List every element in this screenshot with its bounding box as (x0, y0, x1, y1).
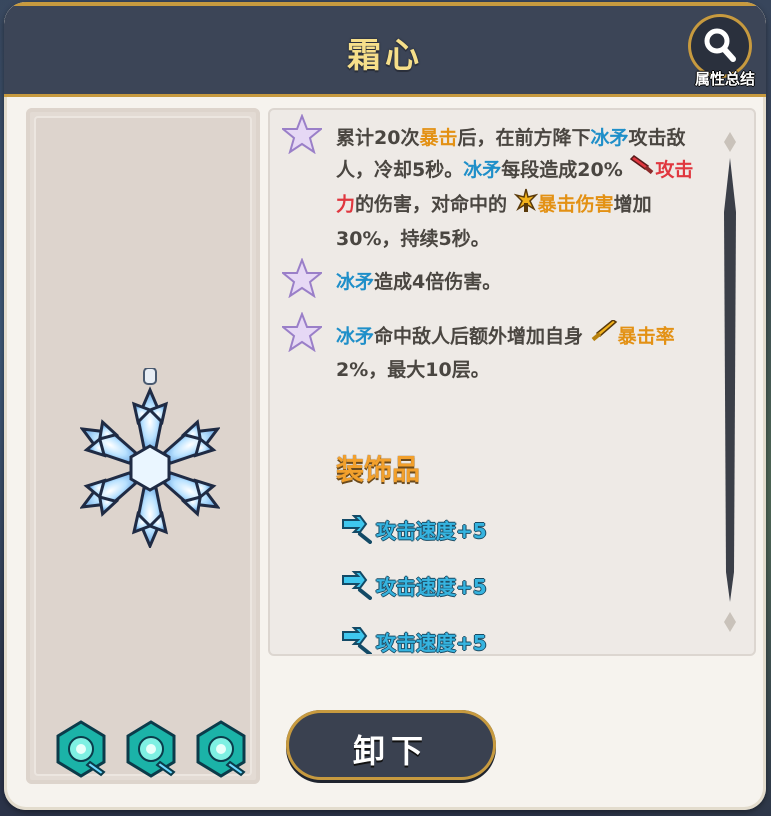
attack-speed-icon (342, 515, 372, 544)
item-preview-frame (34, 116, 252, 778)
effect-text: 累计20次暴击后，在前方降下冰矛攻击敌人，冷却5秒。冰矛每段造成20% 攻击力的… (336, 122, 706, 255)
gem-slot[interactable] (190, 718, 252, 780)
description-panel[interactable]: 累计20次暴击后，在前方降下冰矛攻击敌人，冷却5秒。冰矛每段造成20% 攻击力的… (268, 108, 756, 656)
stat-label: 攻击速度+5 (376, 631, 487, 655)
item-title: 霜心 (347, 36, 423, 76)
header-bar: 霜心 属性总结 (4, 2, 766, 97)
effect-text: 冰矛造成4倍伤害。 (336, 266, 706, 298)
keyword-orange: 暴击率 (617, 325, 675, 348)
sword-gold-icon (590, 319, 618, 354)
sword-red-icon (629, 154, 655, 187)
teal-gem-icon (126, 720, 176, 778)
keyword-blue: 冰矛 (590, 127, 629, 149)
item-detail-panel: 霜心 属性总结 累计20次暴击后，在前方降下冰矛攻击敌人，冷却5秒。冰矛每段造成… (4, 2, 766, 810)
snowflake-pendant-icon (80, 368, 220, 548)
star-icon (282, 258, 322, 298)
attribute-summary-label[interactable]: 属性总结 (680, 68, 766, 89)
keyword-blue: 冰矛 (463, 159, 502, 181)
teal-gem-icon (56, 720, 106, 778)
effect-text-segment: 每段造成20% (501, 159, 630, 181)
unequip-button[interactable]: 卸下 (286, 710, 496, 780)
effect-text: 冰矛命中敌人后额外增加自身 暴击率 2%，最大10层。 (336, 319, 706, 386)
stat-label: 攻击速度+5 (376, 575, 487, 599)
section-title-accessory: 装饰品 (336, 453, 421, 486)
keyword-blue: 冰矛 (336, 325, 375, 348)
attack-speed-icon (342, 627, 372, 654)
star-icon (282, 312, 322, 352)
effect-text-segment: 命中敌人后额外增加自身 (374, 325, 590, 348)
keyword-blue: 冰矛 (336, 271, 375, 293)
scrollbar[interactable] (718, 132, 742, 632)
effect-text-segment: 后，在前方降下 (457, 127, 591, 149)
effect-text-segment: 2%，最大10层。 (336, 359, 490, 381)
effect-text-segment: 的伤害，对命中的 (355, 193, 514, 215)
magnifier-icon (704, 28, 736, 62)
gem-slot[interactable] (120, 718, 182, 780)
teal-gem-icon (196, 720, 246, 778)
effect-text-segment: 造成4倍伤害。 (374, 271, 502, 293)
stat-label: 攻击速度+5 (376, 519, 487, 543)
star-icon (282, 114, 322, 154)
stat-row: 攻击速度+5 (340, 568, 640, 602)
header-trim (4, 2, 766, 6)
item-preview-column (26, 108, 260, 784)
unequip-label: 卸下 (352, 732, 429, 770)
keyword-orange: 暴击 (419, 127, 458, 149)
gem-slots (50, 718, 252, 780)
attack-speed-icon (342, 571, 372, 600)
crit-damage-icon (513, 187, 539, 223)
gem-slot[interactable] (50, 718, 112, 780)
stat-row: 攻击速度+5 (340, 624, 640, 655)
keyword-orange: 暴击伤害 (537, 193, 614, 215)
effect-text-segment: 累计20次 (336, 127, 420, 149)
stat-row: 攻击速度+5 (340, 512, 640, 546)
